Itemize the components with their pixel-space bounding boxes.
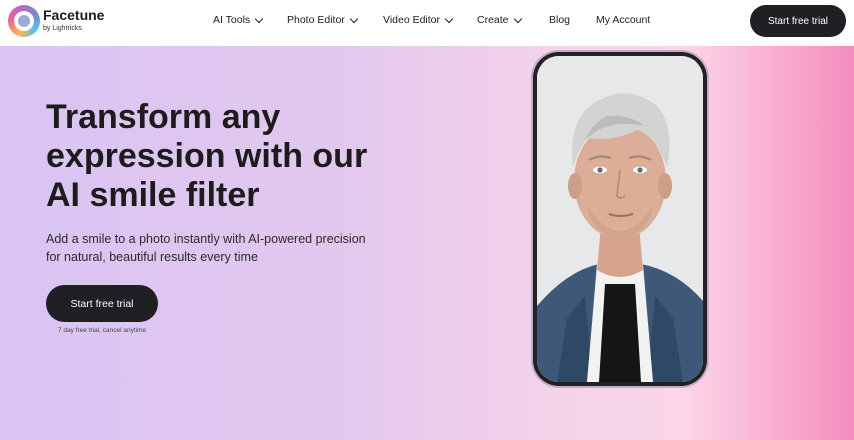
nav-item-label: AI Tools — [213, 14, 251, 26]
chevron-down-icon — [349, 14, 359, 23]
nav-item-create[interactable]: Create — [477, 14, 522, 26]
nav-item-blog[interactable]: Blog — [549, 14, 570, 26]
trial-fine-print: 7 day free trial, cancel anytime — [58, 327, 147, 334]
phone-screen — [537, 56, 703, 382]
chevron-down-icon — [254, 14, 264, 23]
nav-item-photo-editor[interactable]: Photo Editor — [287, 14, 359, 26]
brand-name[interactable]: Facetune — [43, 7, 104, 23]
nav-item-video-editor[interactable]: Video Editor — [383, 14, 454, 26]
portrait-photo — [537, 56, 703, 382]
nav-item-label: Photo Editor — [287, 14, 345, 26]
nav-item-ai-tools[interactable]: AI Tools — [213, 14, 264, 26]
chevron-down-icon — [513, 14, 522, 23]
start-free-trial-button[interactable]: Start free trial — [750, 5, 846, 37]
nav-item-label: Video Editor — [383, 14, 441, 26]
nav-item-label: Blog — [549, 14, 571, 26]
chevron-down-icon — [444, 14, 454, 23]
hero-headline: Transform any expression with our AI smi… — [46, 98, 368, 214]
facetune-logo-icon[interactable] — [8, 5, 40, 37]
hero-subtitle: Add a smile to a photo instantly with AI… — [46, 232, 366, 264]
nav-item-label: Create — [477, 14, 509, 26]
phone-mockup — [533, 52, 707, 386]
brand-subtitle: by Lightricks — [43, 25, 82, 32]
top-navigation: Facetune by Lightricks AI Tools Photo Ed… — [0, 0, 854, 46]
nav-item-my-account[interactable]: My Account — [596, 14, 650, 26]
hero-start-free-trial-button[interactable]: Start free trial — [46, 285, 158, 322]
nav-item-label: My Account — [596, 14, 651, 26]
